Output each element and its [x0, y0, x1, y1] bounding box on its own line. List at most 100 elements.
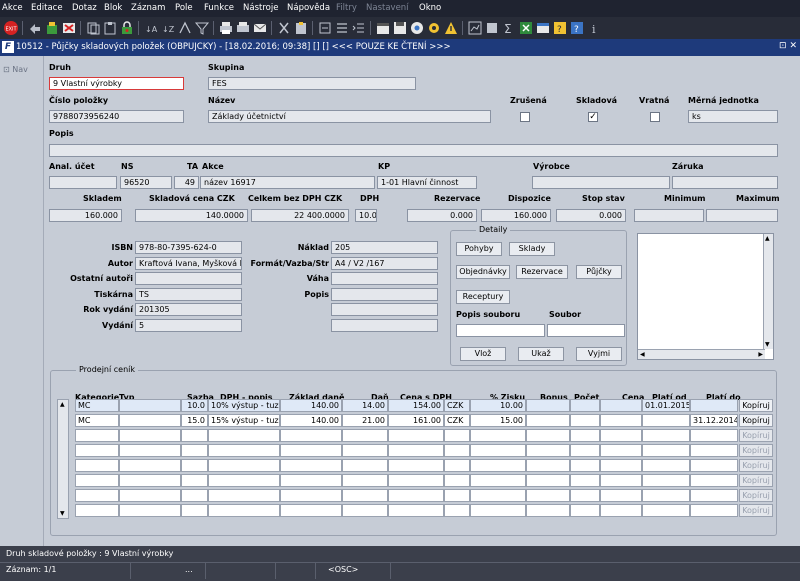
- grid-cell-cena[interactable]: [388, 474, 444, 487]
- cut-icon[interactable]: [276, 20, 292, 36]
- vyrobce-field[interactable]: [532, 176, 670, 189]
- grid-cell-typ[interactable]: [119, 489, 181, 502]
- menu-akce[interactable]: Akce: [2, 3, 23, 13]
- grid-cell-cena2[interactable]: [600, 444, 642, 457]
- grid-cell-typ[interactable]: [119, 444, 181, 457]
- grid-cell-mena[interactable]: CZK: [444, 399, 470, 412]
- grid-cell-cena2[interactable]: [600, 429, 642, 442]
- grid-scrollbar[interactable]: ▲ ▼: [57, 399, 69, 519]
- grid-cell-bonus[interactable]: [526, 429, 570, 442]
- grid-cell-dph-popis[interactable]: 10% výstup - tuzem: [208, 399, 280, 412]
- popis2-field-line3[interactable]: [331, 319, 438, 332]
- grid-cell-do[interactable]: [690, 429, 738, 442]
- grid-cell-od[interactable]: [642, 459, 690, 472]
- copy-row-button[interactable]: Kopíruj: [739, 474, 773, 487]
- grid-cell-do[interactable]: 31.12.2014: [690, 414, 738, 427]
- grid-cell-pocet[interactable]: [570, 489, 600, 502]
- menu-funkce[interactable]: Funkce: [204, 3, 234, 13]
- print-icon[interactable]: [218, 20, 234, 36]
- grid-cell-zisk[interactable]: 15.00: [470, 414, 526, 427]
- grid-cell-dph-popis[interactable]: [208, 459, 280, 472]
- grid-cell-pocet[interactable]: [570, 414, 600, 427]
- grid-cell-typ[interactable]: [119, 414, 181, 427]
- dph-field[interactable]: 10.0: [355, 209, 377, 222]
- skladova-checkbox[interactable]: ✓: [588, 112, 598, 122]
- grid-cell-cena2[interactable]: [600, 489, 642, 502]
- copy-row-button[interactable]: Kopíruj: [739, 399, 773, 412]
- chart-icon[interactable]: [467, 20, 483, 36]
- tools-icon[interactable]: [484, 20, 500, 36]
- grid-cell-zaklad[interactable]: [280, 459, 342, 472]
- grid-cell-do[interactable]: [690, 459, 738, 472]
- vyjmi-button[interactable]: Vyjmi: [576, 347, 622, 361]
- grid-cell-mena[interactable]: [444, 459, 470, 472]
- grid-cell-bonus[interactable]: [526, 474, 570, 487]
- vloz-button[interactable]: Vlož: [460, 347, 506, 361]
- scroll-up-icon[interactable]: ▲: [60, 401, 65, 408]
- delete-record-icon[interactable]: [61, 20, 77, 36]
- grid-cell-od[interactable]: [642, 429, 690, 442]
- akce-field[interactable]: název 16917: [200, 176, 375, 189]
- grid-cell-pocet[interactable]: [570, 444, 600, 457]
- excel-icon[interactable]: [518, 20, 534, 36]
- grid-cell-pocet[interactable]: [570, 474, 600, 487]
- grid-cell-cena[interactable]: [388, 444, 444, 457]
- grid-cell-mena[interactable]: [444, 504, 470, 517]
- window-controls[interactable]: ⊡ ✕: [779, 41, 797, 51]
- image-hscrollbar[interactable]: ◀ ▶: [638, 349, 765, 359]
- grid-cell-zaklad[interactable]: [280, 429, 342, 442]
- image-vscrollbar[interactable]: ▲ ▼: [763, 234, 773, 349]
- menu-editace[interactable]: Editace: [31, 3, 63, 13]
- ostatni-field[interactable]: [135, 272, 242, 285]
- grid-cell-zisk[interactable]: [470, 474, 526, 487]
- copy-row-button[interactable]: Kopíruj: [739, 444, 773, 457]
- grid-cell-typ[interactable]: [119, 459, 181, 472]
- help-icon[interactable]: ?: [552, 20, 568, 36]
- grid-cell-dan[interactable]: [342, 489, 388, 502]
- grid-cell-kategorie[interactable]: [75, 504, 119, 517]
- new-record-icon[interactable]: [44, 20, 60, 36]
- grid-cell-bonus[interactable]: [526, 399, 570, 412]
- grid-cell-pocet[interactable]: [570, 429, 600, 442]
- grid-cell-od[interactable]: [642, 414, 690, 427]
- paste-icon[interactable]: [102, 20, 118, 36]
- popis2-field[interactable]: [331, 288, 438, 301]
- grid-cell-zisk[interactable]: [470, 429, 526, 442]
- warning-icon[interactable]: [443, 20, 459, 36]
- grid-cell-mena[interactable]: [444, 429, 470, 442]
- grid-cell-sazba[interactable]: [181, 429, 208, 442]
- print-preview-icon[interactable]: [235, 20, 251, 36]
- nazev-field[interactable]: Základy účetnictví: [208, 110, 491, 123]
- grid-cell-od[interactable]: [642, 504, 690, 517]
- query-icon[interactable]: [177, 20, 193, 36]
- grid-cell-pocet[interactable]: [570, 504, 600, 517]
- minimum-field[interactable]: [634, 209, 704, 222]
- mail-icon[interactable]: [252, 20, 268, 36]
- popis-souboru-field[interactable]: [456, 324, 545, 337]
- grid-cell-mena[interactable]: [444, 444, 470, 457]
- grid-cell-zaklad[interactable]: [280, 504, 342, 517]
- ta-field[interactable]: 49: [174, 176, 199, 189]
- grid-cell-sazba[interactable]: 10.0: [181, 399, 208, 412]
- paste-special-icon[interactable]: [293, 20, 309, 36]
- window-icon[interactable]: [535, 20, 551, 36]
- grid-cell-cena[interactable]: [388, 504, 444, 517]
- grid-cell-cena[interactable]: 161.00: [388, 414, 444, 427]
- exit-icon[interactable]: EXIT: [3, 20, 19, 36]
- grid-cell-typ[interactable]: [119, 399, 181, 412]
- anal-field[interactable]: [49, 176, 117, 189]
- naklad-field[interactable]: 205: [331, 241, 438, 254]
- scroll-down-icon[interactable]: ▼: [765, 341, 770, 348]
- grid-cell-dan[interactable]: 14.00: [342, 399, 388, 412]
- grid-cell-sazba[interactable]: [181, 459, 208, 472]
- copy-row-button[interactable]: Kopíruj: [739, 459, 773, 472]
- sort-asc-icon[interactable]: ↓A: [143, 20, 159, 36]
- copy-row-button[interactable]: Kopíruj: [739, 504, 773, 517]
- grid-cell-dph-popis[interactable]: [208, 489, 280, 502]
- autor-field[interactable]: Kraftová Ivana, Myšková R: [135, 257, 242, 270]
- grid-cell-cena2[interactable]: [600, 399, 642, 412]
- sum-icon[interactable]: Σ: [501, 20, 517, 36]
- grid-cell-pocet[interactable]: [570, 459, 600, 472]
- menu-blok[interactable]: Blok: [104, 3, 122, 13]
- indent-icon[interactable]: [351, 20, 367, 36]
